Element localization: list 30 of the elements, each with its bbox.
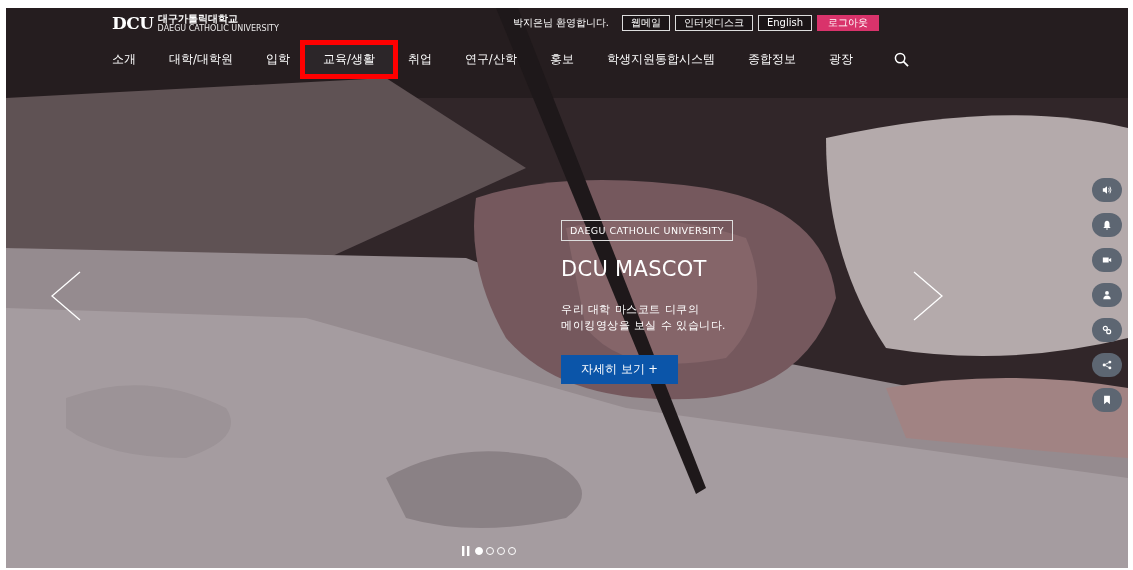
university-name: 대구가톨릭대학교: [157, 13, 239, 24]
nav-item[interactable]: 소개: [107, 43, 141, 76]
nav-item[interactable]: 종합정보: [742, 43, 801, 76]
nav-item[interactable]: 광장: [823, 43, 858, 76]
slide-dot[interactable]: [475, 547, 483, 555]
bell-icon: [1102, 220, 1112, 230]
nav-item[interactable]: 취업: [402, 43, 437, 76]
utility-link[interactable]: English: [757, 15, 812, 31]
hero-tag: DAEGU CATHOLIC UNIVERSITY: [561, 220, 733, 241]
more-button[interactable]: 자세히 보기 +: [561, 355, 678, 384]
utility-link[interactable]: 인터넷디스크: [674, 15, 753, 31]
nav-item[interactable]: 교육/생활: [299, 40, 398, 79]
utility-link[interactable]: 웹메일: [621, 15, 670, 31]
nav-item[interactable]: 학생지원통합시스템: [601, 43, 720, 76]
bookmark-icon: [1102, 395, 1112, 405]
search-icon[interactable]: [893, 52, 909, 67]
university-subtitle: DAEGU CATHOLIC UNIVERSITY: [157, 24, 279, 33]
share-icon: [1102, 360, 1112, 370]
nav-item[interactable]: 입학: [260, 43, 295, 76]
logo-mark[interactable]: DCU: [112, 13, 154, 33]
link-icon: [1102, 325, 1112, 335]
nav-item[interactable]: 연구/산학: [459, 43, 522, 76]
nav-item[interactable]: 대학/대학원: [164, 43, 238, 76]
video-icon: [1102, 255, 1112, 265]
nav-item[interactable]: 홍보: [544, 43, 579, 76]
welcome-text: 박지은님 환영합니다.: [512, 16, 609, 30]
pause-icon[interactable]: [462, 546, 470, 556]
person-icon: [1102, 290, 1112, 300]
utility-link[interactable]: 로그아웃: [817, 15, 879, 31]
sound-icon: [1102, 185, 1112, 195]
